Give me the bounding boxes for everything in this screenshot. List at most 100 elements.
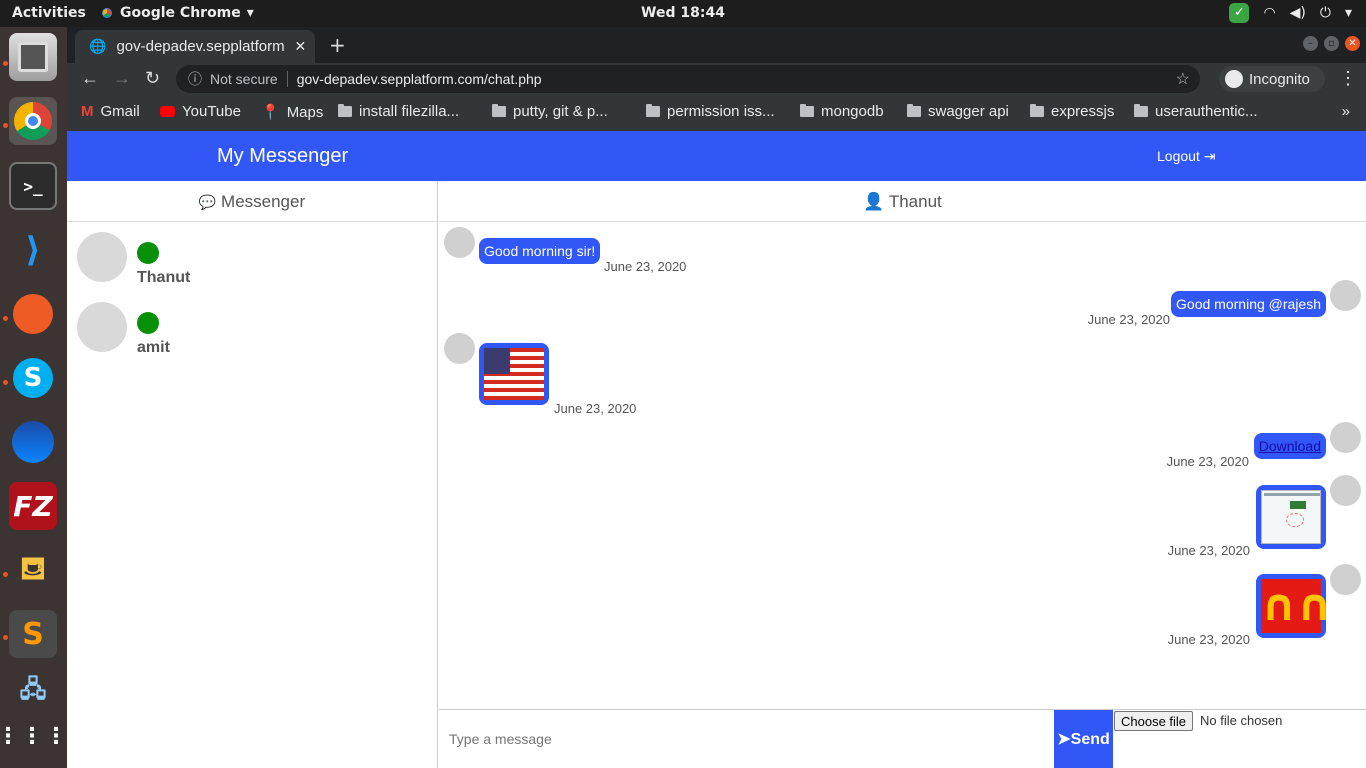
files-icon[interactable] (9, 33, 57, 81)
chrome-menu-icon[interactable]: ⋮ (1339, 68, 1357, 89)
back-icon[interactable]: ← (81, 68, 99, 89)
bookmark-folder[interactable]: mongodb (800, 103, 884, 120)
contact-name: Thanut (137, 269, 191, 286)
choose-file-button[interactable]: Choose file (1114, 711, 1194, 731)
running-indicator (3, 61, 8, 66)
browser-tab[interactable]: 🌐 gov-depadev.sepplatform ✕ (75, 30, 315, 63)
bookmark-label: expressjs (1051, 103, 1115, 120)
address-bar[interactable]: ⓘ Not secure gov-depadev.sepplatform.com… (176, 65, 1200, 93)
send-button[interactable]: ➤Send (1054, 710, 1113, 768)
avatar (77, 302, 127, 352)
bookmark-folder[interactable]: swagger api (907, 103, 1009, 120)
tab-title: gov-depadev.sepplatform (116, 38, 285, 55)
close-window-icon[interactable]: ✕ (1345, 36, 1360, 51)
bookmark-gmail[interactable]: M Gmail (81, 103, 140, 120)
incognito-badge[interactable]: Incognito (1219, 66, 1325, 92)
bookmarks-bar: M Gmail YouTube 📍 Maps install filezilla..… (67, 95, 1366, 131)
bookmark-folder[interactable]: permission iss... (646, 103, 775, 120)
forward-icon[interactable]: → (113, 68, 131, 89)
message-date: June 23, 2020 (554, 401, 637, 416)
running-indicator (3, 123, 8, 128)
chrome-dock-icon[interactable] (9, 97, 57, 145)
bookmark-folder[interactable]: expressjs (1030, 103, 1114, 120)
activities-button[interactable]: Activities (12, 5, 86, 21)
close-tab-icon[interactable]: ✕ (294, 39, 306, 55)
url-text: gov-depadev.sepplatform.com/chat.php (296, 71, 542, 87)
reload-icon[interactable]: ↻ (145, 68, 160, 89)
bookmark-youtube[interactable]: YouTube (160, 103, 241, 120)
maximize-icon[interactable]: ▫ (1324, 36, 1339, 51)
skype-icon[interactable]: S (9, 354, 57, 402)
message-composer: ➤Send Choose file No file chosen (439, 709, 1366, 768)
send-label: Send (1070, 731, 1110, 748)
bookmark-label: install filezilla... (359, 103, 460, 120)
message-avatar (444, 227, 475, 258)
incognito-label: Incognito (1249, 70, 1310, 88)
caret-down-icon: ▾ (246, 5, 254, 21)
running-indicator (3, 380, 8, 385)
bookmark-folder[interactable]: userauthentic... (1134, 103, 1258, 120)
folder-icon (492, 104, 506, 117)
show-apps-icon[interactable]: ⋮⋮⋮ (0, 713, 67, 761)
logout-button[interactable]: Logout ⇥ (1157, 148, 1215, 165)
download-link[interactable]: Download (1259, 438, 1321, 454)
chat-partner-name: Thanut (888, 192, 942, 211)
info-icon: ⓘ (188, 71, 202, 87)
bookmark-label: putty, git & p... (513, 103, 608, 120)
system-tray[interactable]: ✓ ◠ ◀) ⏻ ▾ (1229, 3, 1352, 23)
vscode-icon[interactable]: ⟩ (9, 226, 57, 274)
postman-icon[interactable] (9, 290, 57, 338)
bookmark-folder[interactable]: install filezilla... (338, 103, 459, 120)
bookmark-maps[interactable]: 📍 Maps (261, 103, 324, 122)
minimize-icon[interactable]: – (1303, 36, 1318, 51)
message-input[interactable] (439, 710, 1054, 768)
brand-title[interactable]: My Messenger (217, 145, 348, 168)
power-icon: ⏻ (1319, 5, 1331, 21)
more-bookmarks-icon[interactable]: » (1342, 103, 1350, 120)
wifi-icon: ◠ (1263, 5, 1276, 21)
bookmark-label: Maps (286, 103, 324, 121)
message-avatar (444, 333, 475, 364)
contact-item[interactable]: Thanut (77, 232, 417, 296)
app-menu[interactable]: Google Chrome ▾ (100, 5, 254, 21)
chrome-icon (100, 6, 114, 20)
teapot-icon[interactable]: ⛾ (9, 546, 57, 594)
image-message[interactable]: ∩∩ (1256, 574, 1332, 638)
message-date: June 23, 2020 (1087, 312, 1170, 327)
network-icon[interactable]: 🖧 (9, 668, 57, 716)
chat-header: 👤 Thanut (439, 181, 1366, 222)
youtube-icon (160, 106, 175, 117)
image-message[interactable] (479, 343, 549, 405)
running-indicator (3, 316, 8, 321)
bookmark-folder[interactable]: putty, git & p... (492, 103, 608, 120)
filezilla-icon[interactable]: FZ (9, 482, 57, 530)
file-status: No file chosen (1200, 713, 1283, 728)
message-date: June 23, 2020 (604, 259, 687, 274)
message-bubble: Good morning sir! (479, 238, 601, 264)
contact-item[interactable]: amit (77, 302, 417, 366)
messenger-icon: 💬 (198, 194, 217, 210)
new-tab-button[interactable]: + (329, 33, 346, 57)
bookmark-star-icon[interactable]: ☆ (1176, 69, 1190, 89)
contact-name: amit (137, 339, 170, 356)
sublime-text-icon[interactable]: S (9, 610, 57, 658)
shield-check-icon[interactable]: ✓ (1229, 3, 1250, 23)
window-controls: – ▫ ✕ (1303, 36, 1360, 51)
us-flag-image (484, 348, 544, 400)
system-top-bar: Activities Google Chrome ▾ Wed 18:44 ✓ ◠… (0, 0, 1366, 27)
message-date: June 23, 2020 (1166, 454, 1249, 469)
chevron-down-icon: ▾ (1344, 5, 1352, 21)
folder-icon (907, 104, 921, 117)
sign-out-icon: ⇥ (1203, 148, 1216, 164)
folder-icon (338, 104, 352, 117)
divider (286, 71, 288, 87)
online-status-dot (137, 242, 159, 264)
running-indicator (3, 572, 8, 577)
message-date: June 23, 2020 (1167, 543, 1250, 558)
terminal-icon[interactable]: >_ (9, 162, 57, 210)
app-name: Google Chrome (120, 5, 241, 21)
globe-icon: 🌐 (89, 38, 107, 55)
thunderbird-icon[interactable] (9, 418, 57, 466)
bookmark-label: YouTube (182, 103, 241, 120)
image-message[interactable] (1256, 485, 1326, 549)
